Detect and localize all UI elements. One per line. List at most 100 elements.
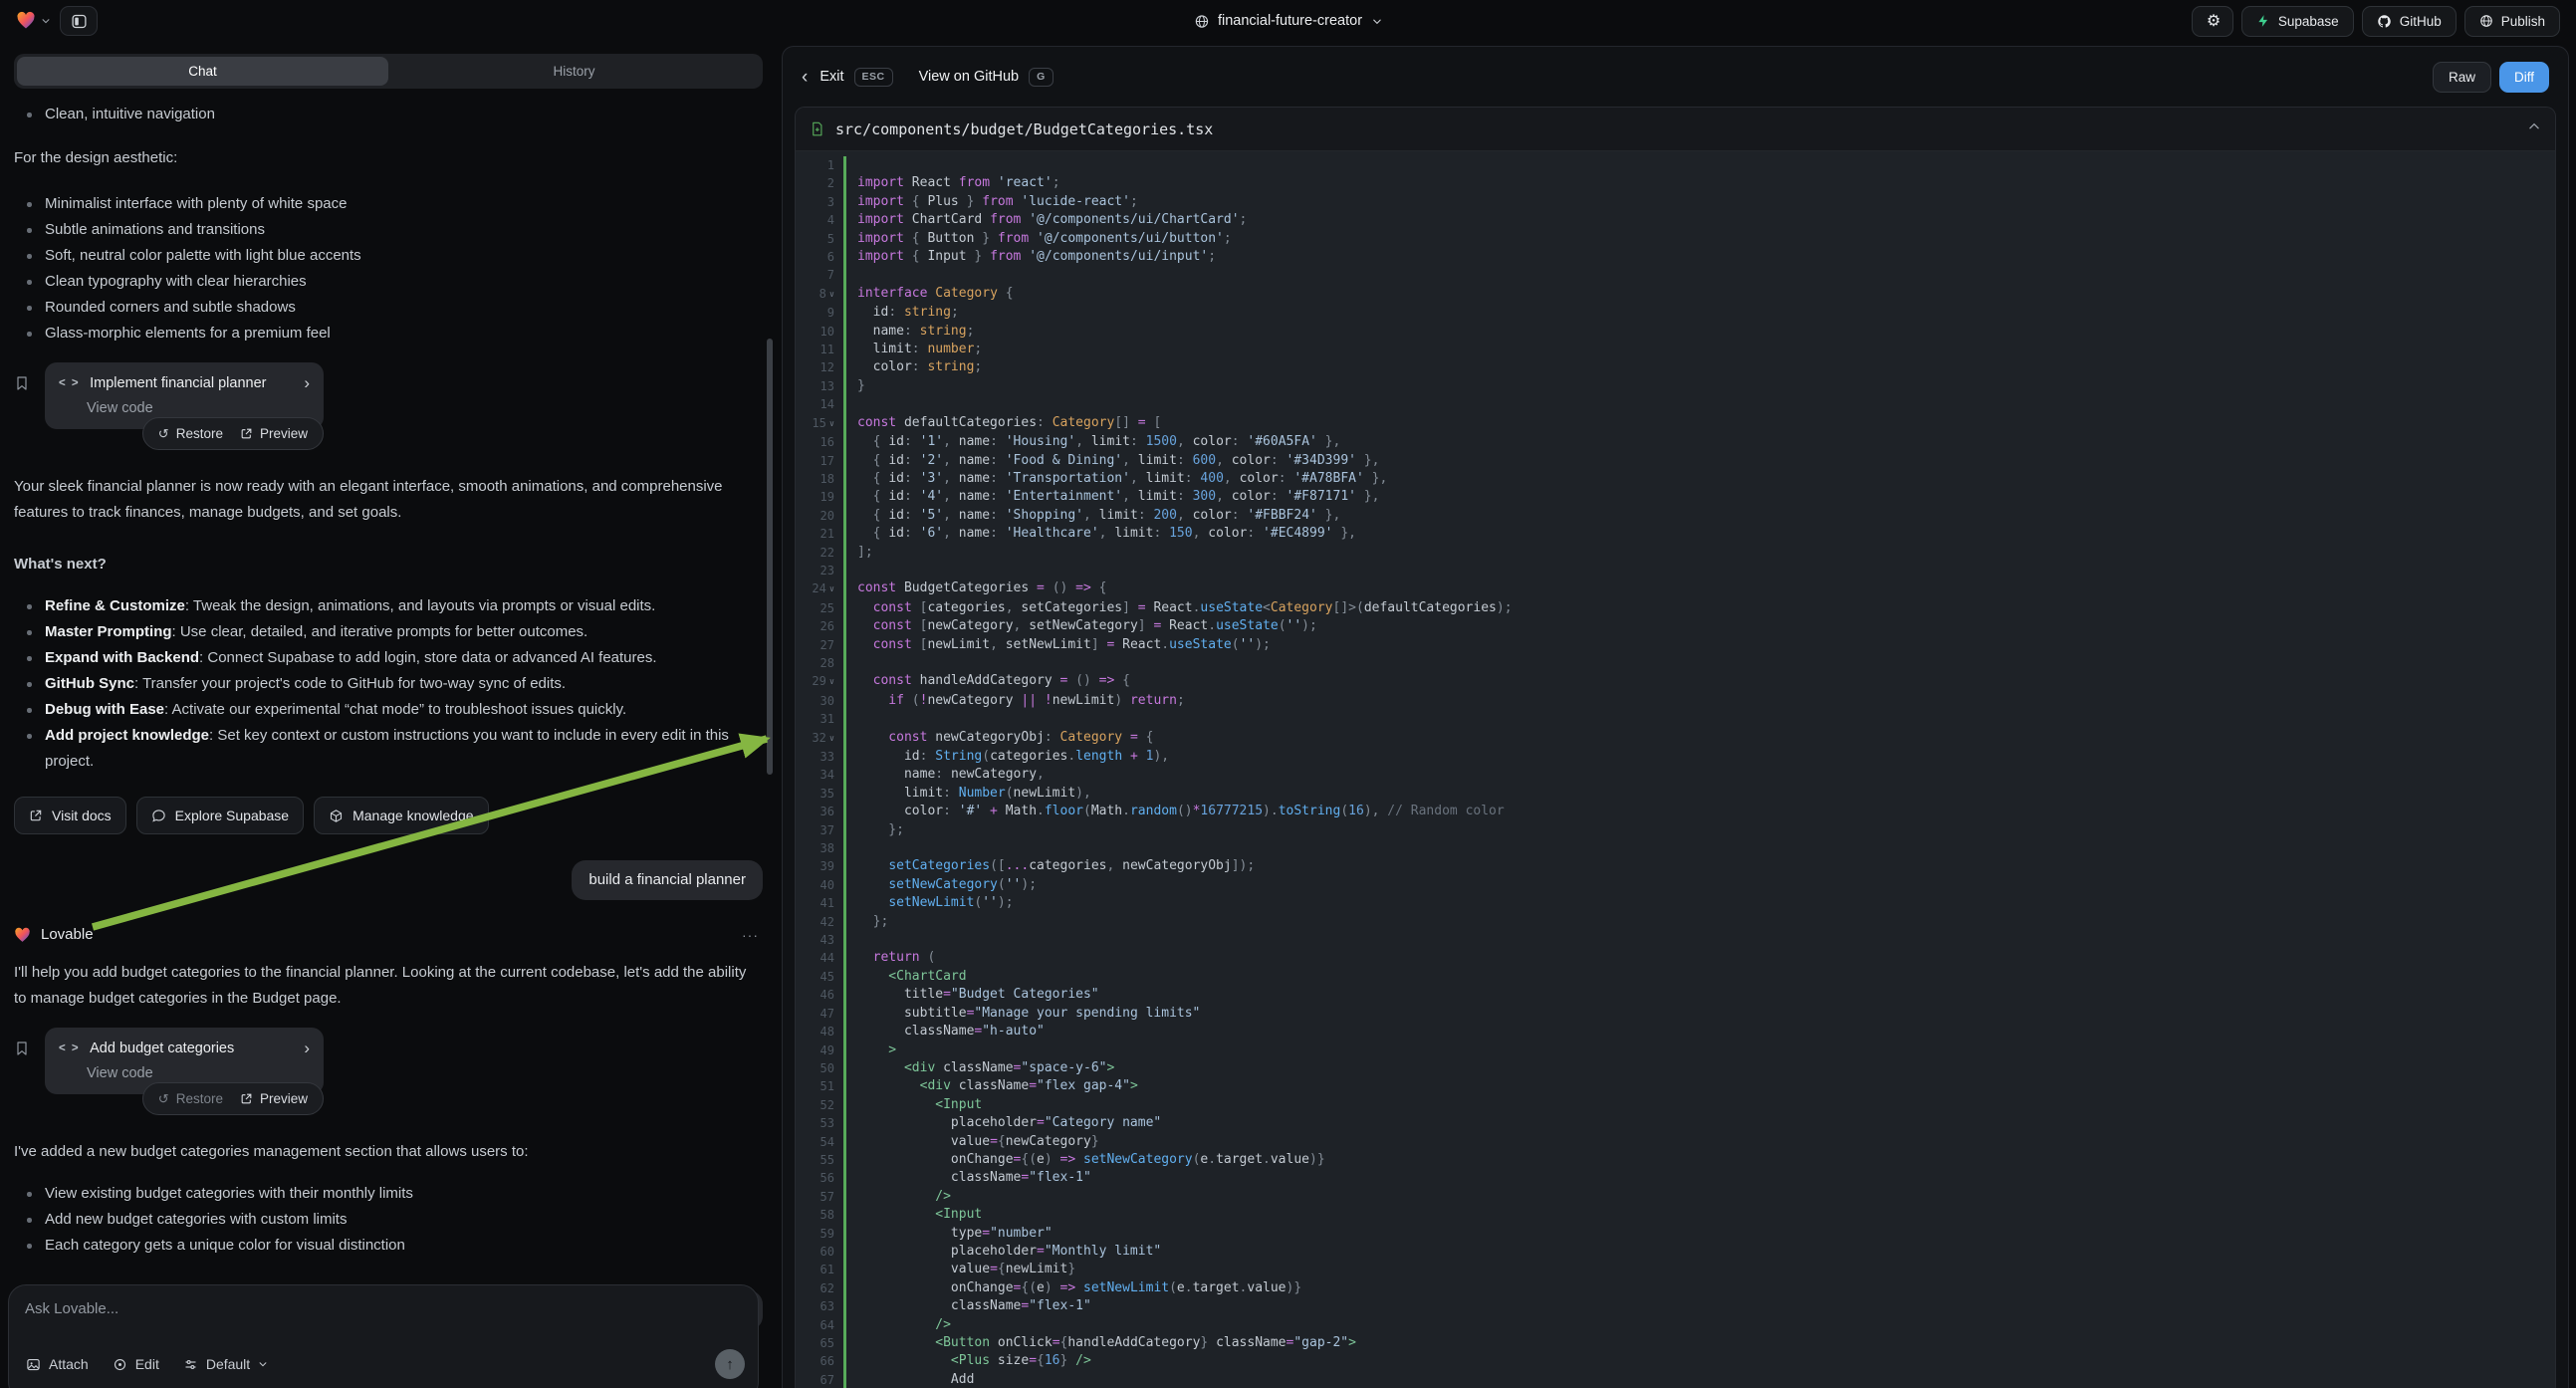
next-step-item: Debug with Ease: Activate our experiment… [14,697,763,723]
mode-select[interactable]: Default [183,1356,268,1372]
code-text: import ChartCard from '@/components/ui/C… [846,211,1247,229]
line-number: 22 [796,544,843,562]
list-item: View existing budget categories with the… [14,1181,763,1207]
code-line: 30 if (!newCategory || !newLimit) return… [796,692,2555,710]
chat-history-tabs: Chat History [14,54,763,89]
code-text: <div className="flex gap-4"> [846,1077,1138,1095]
code-editor[interactable]: 12import React from 'react';3import { Pl… [796,151,2555,1388]
restore-button[interactable]: ↺ Restore [158,1086,223,1112]
message-menu-button[interactable]: ··· [742,922,759,948]
composer[interactable]: Ask Lovable... Attach Edit [8,1284,759,1388]
line-number: 55 [796,1151,843,1169]
line-number: 42 [796,913,843,931]
code-line: 1 [796,156,2555,174]
line-number: 15∨ [796,414,843,433]
fold-icon[interactable]: ∨ [829,677,834,687]
code-line: 47 subtitle="Manage your spending limits… [796,1005,2555,1023]
code-text: import { Plus } from 'lucide-react'; [846,193,1138,211]
next-step-item: Master Prompting: Use clear, detailed, a… [14,619,763,645]
line-number: 60 [796,1243,843,1261]
line-number: 49 [796,1041,843,1059]
code-line: 22]; [796,544,2555,562]
explore-supabase-button[interactable]: Explore Supabase [136,797,304,834]
exit-button[interactable]: ‹ Exit ESC [802,68,893,87]
fold-icon[interactable]: ∨ [829,290,834,300]
code-text: setNewCategory(''); [846,876,1037,894]
supabase-button[interactable]: Supabase [2241,6,2354,37]
composer-input[interactable]: Ask Lovable... [25,1300,742,1317]
code-line: 5import { Button } from '@/components/ui… [796,230,2555,248]
line-number: 43 [796,931,843,949]
toggle-sidebar-button[interactable] [60,6,98,36]
fold-icon[interactable]: ∨ [829,584,834,594]
code-line: 59 type="number" [796,1225,2555,1243]
line-number: 41 [796,894,843,912]
raw-button[interactable]: Raw [2433,62,2491,93]
chevron-up-icon [2527,119,2541,133]
code-text [846,266,857,284]
code-text: ]; [846,544,873,562]
code-text: /> [846,1188,951,1206]
line-number: 9 [796,304,843,322]
fold-icon[interactable]: ∨ [829,734,834,744]
line-number: 48 [796,1023,843,1041]
edit-button[interactable]: Edit [113,1356,159,1372]
preview-button[interactable]: Preview [240,421,308,447]
settings-button[interactable]: ⚙ [2192,6,2233,37]
line-number: 16 [796,433,843,451]
code-line: 33 id: String(categories.length + 1), [796,748,2555,766]
code-text: className="flex-1" [846,1169,1091,1187]
diff-button[interactable]: Diff [2499,62,2549,93]
visit-docs-button[interactable]: Visit docs [14,797,126,834]
line-number: 13 [796,377,843,395]
code-line: 17 { id: '2', name: 'Food & Dining', lim… [796,452,2555,470]
code-text: name: string; [846,323,974,341]
code-line: 61 value={newLimit} [796,1261,2555,1278]
version-title: Implement financial planner [90,370,294,396]
line-number: 27 [796,636,843,654]
preview-button[interactable]: Preview [240,1086,308,1112]
line-number: 36 [796,803,843,820]
target-icon [113,1357,127,1372]
line-number: 10 [796,323,843,341]
restore-icon: ↺ [158,1086,169,1112]
tab-history[interactable]: History [388,57,760,86]
github-button[interactable]: GitHub [2362,6,2457,37]
bookmark-icon[interactable] [14,1040,31,1066]
attach-button[interactable]: Attach [26,1356,89,1372]
tab-chat[interactable]: Chat [17,57,388,86]
file-header[interactable]: src/components/budget/BudgetCategories.t… [796,108,2555,151]
code-text: title="Budget Categories" [846,986,1099,1004]
manage-knowledge-button[interactable]: Manage knowledge [314,797,488,834]
panel-icon [71,13,88,30]
code-text: const [newLimit, setNewLimit] = React.us… [846,636,1271,654]
bookmark-icon[interactable] [14,374,31,401]
list-item: Add new budget categories with custom li… [14,1207,763,1233]
restore-button[interactable]: ↺ Restore [158,421,223,447]
line-number: 1 [796,156,843,174]
list-item: Clean, intuitive navigation [14,102,763,127]
collapse-file-button[interactable] [2527,119,2541,138]
code-text: subtitle="Manage your spending limits" [846,1005,1200,1023]
code-line: 65 <Button onClick={handleAddCategory} c… [796,1334,2555,1352]
send-button[interactable]: ↑ [715,1349,745,1379]
line-number: 52 [796,1096,843,1114]
code-text: name: newCategory, [846,766,1045,784]
code-line: 6import { Input } from '@/components/ui/… [796,248,2555,266]
view-on-github-button[interactable]: View on GitHub G [919,68,1054,87]
code-text: }; [846,913,888,931]
code-text: type="number" [846,1225,1053,1243]
chat-scroll-area[interactable]: Clean, intuitive navigation For the desi… [0,89,777,1388]
project-switcher[interactable]: financial-future-creator [1194,13,1382,29]
chat-scrollbar[interactable] [767,339,773,775]
line-number: 3 [796,193,843,211]
code-text: limit: number; [846,341,982,358]
publish-button[interactable]: Publish [2464,6,2560,37]
lovable-logo-icon[interactable] [16,11,51,31]
code-text: <Plus size={16} /> [846,1352,1091,1370]
code-line: 7 [796,266,2555,284]
fold-icon[interactable]: ∨ [829,419,834,429]
code-text: return ( [846,949,935,967]
code-line: 25 const [categories, setCategories] = R… [796,599,2555,617]
code-text: <Input [846,1096,982,1114]
